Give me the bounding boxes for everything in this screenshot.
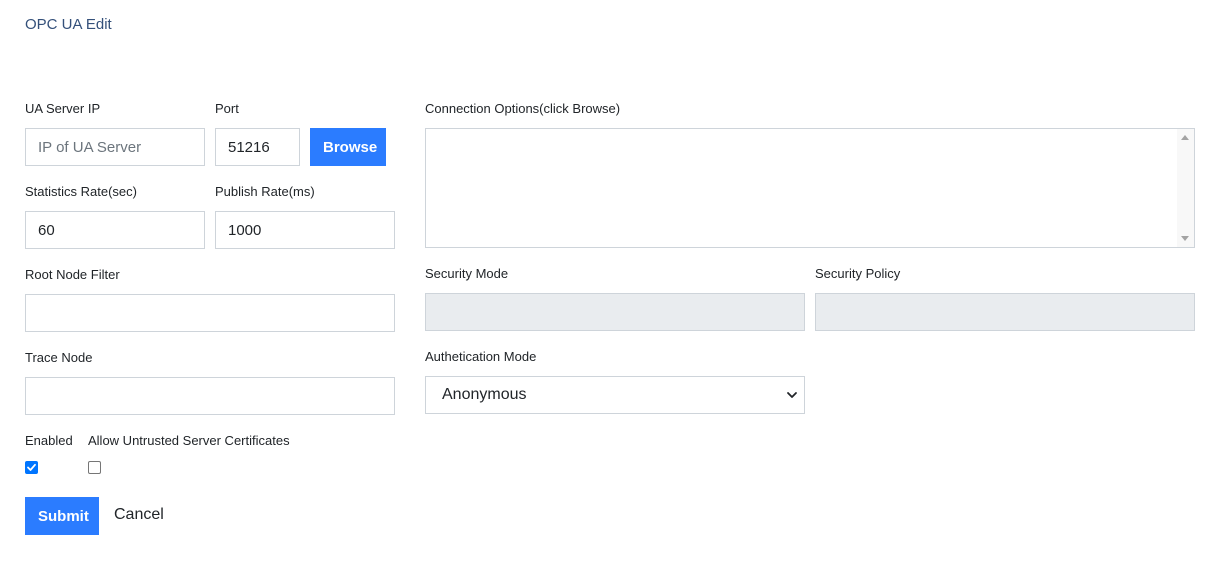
connection-options-scrollbar[interactable]	[1177, 129, 1194, 247]
ua-server-ip-label: UA Server IP	[25, 101, 101, 116]
page-title: OPC UA Edit	[25, 16, 112, 33]
security-policy-input	[815, 293, 1195, 331]
security-mode-label: Security Mode	[425, 266, 509, 281]
enabled-label: Enabled	[25, 433, 73, 448]
checkmark-icon	[27, 463, 36, 471]
security-mode-input	[425, 293, 805, 331]
allow-untrusted-label: Allow Untrusted Server Certificates	[88, 433, 290, 448]
port-label: Port	[215, 101, 239, 116]
enabled-checkbox[interactable]	[25, 461, 38, 474]
statistics-rate-input[interactable]	[25, 211, 205, 249]
authentication-mode-selected: Anonymous	[442, 386, 527, 403]
publish-rate-input[interactable]	[215, 211, 395, 249]
trace-node-label: Trace Node	[25, 350, 93, 365]
trace-node-input[interactable]	[25, 377, 395, 415]
submit-button[interactable]: Submit	[25, 497, 99, 535]
port-input[interactable]	[215, 128, 300, 166]
cancel-link[interactable]: Cancel	[114, 506, 164, 524]
statistics-rate-label: Statistics Rate(sec)	[25, 184, 137, 199]
connection-options-label: Connection Options(click Browse)	[425, 101, 621, 116]
allow-untrusted-checkbox[interactable]	[88, 461, 101, 474]
chevron-down-icon	[787, 392, 797, 398]
opc-ua-edit-page: OPC UA Edit UA Server IP Port Browse Sta…	[0, 0, 1230, 564]
authentication-mode-select[interactable]: Anonymous	[425, 376, 805, 414]
browse-button[interactable]: Browse	[310, 128, 386, 166]
scroll-up-arrow-icon[interactable]	[1181, 135, 1189, 140]
connection-options-textarea[interactable]	[425, 128, 1195, 248]
scroll-down-arrow-icon[interactable]	[1181, 236, 1189, 241]
root-node-filter-input[interactable]	[25, 294, 395, 332]
security-policy-label: Security Policy	[815, 266, 901, 281]
root-node-filter-label: Root Node Filter	[25, 267, 120, 282]
publish-rate-label: Publish Rate(ms)	[215, 184, 315, 199]
ua-server-ip-input[interactable]	[25, 128, 205, 166]
authentication-mode-label: Authetication Mode	[425, 349, 537, 364]
